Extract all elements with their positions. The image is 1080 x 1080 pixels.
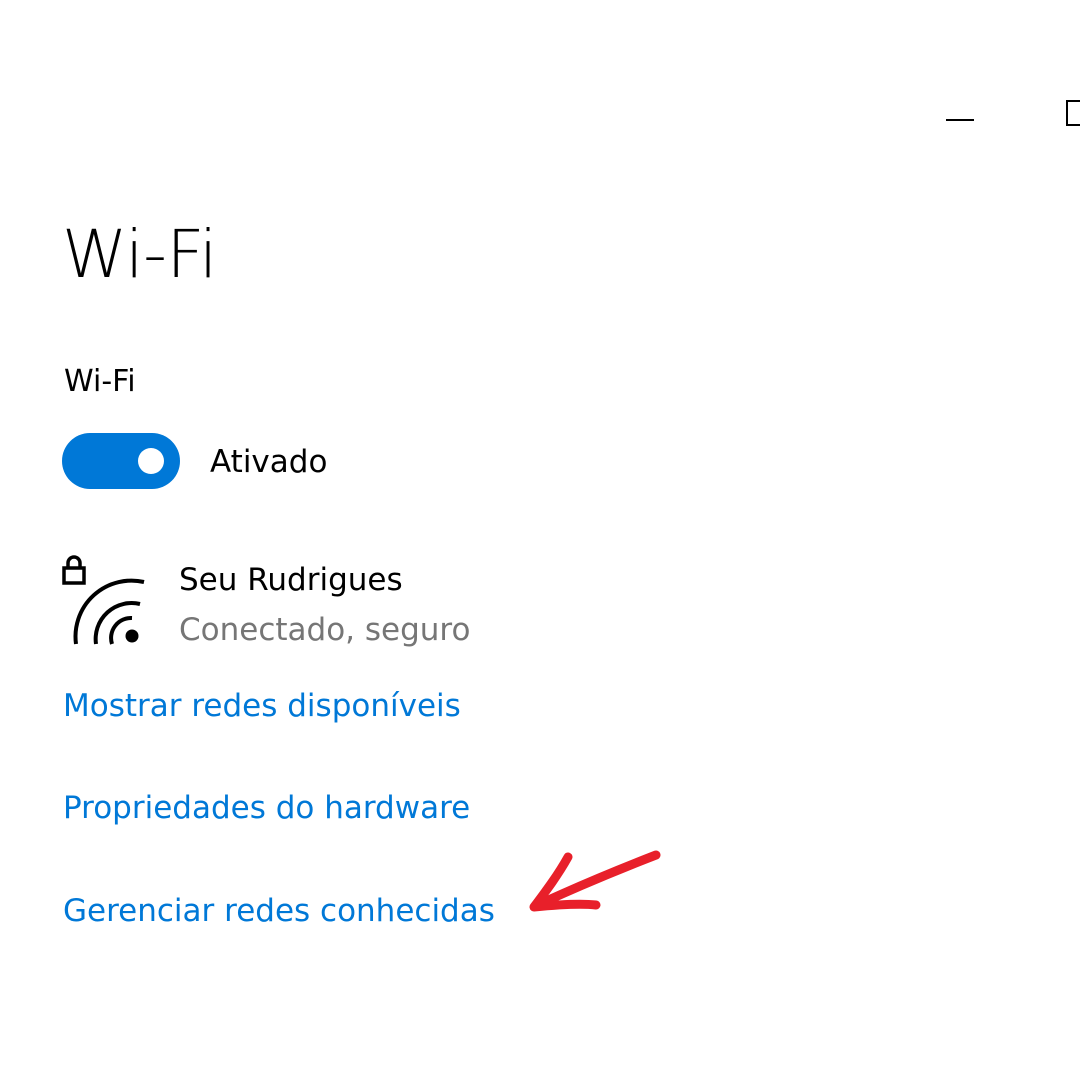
maximize-button[interactable]	[1040, 88, 1080, 144]
wifi-toggle-state: Ativado	[210, 444, 328, 480]
network-status: Conectado, seguro	[179, 612, 471, 648]
minimize-button[interactable]	[932, 88, 988, 144]
wifi-toggle[interactable]	[62, 433, 180, 489]
page-title: Wi-Fi	[62, 216, 217, 293]
wifi-section-label: Wi-Fi	[64, 364, 136, 399]
secured-wifi-icon	[60, 552, 150, 652]
show-available-networks-link[interactable]: Mostrar redes disponíveis	[63, 691, 461, 722]
minimize-icon	[946, 107, 974, 126]
red-arrow-annotation	[520, 845, 670, 925]
toggle-knob	[138, 448, 164, 474]
hardware-properties-link[interactable]: Propriedades do hardware	[63, 793, 470, 824]
network-name: Seu Rudrigues	[179, 562, 403, 598]
manage-known-networks-link[interactable]: Gerenciar redes conhecidas	[63, 896, 495, 927]
wifi-settings-page: Wi-Fi Wi-Fi Ativado Seu Rudrigues Conect…	[0, 0, 1080, 1080]
maximize-icon	[1066, 100, 1080, 132]
